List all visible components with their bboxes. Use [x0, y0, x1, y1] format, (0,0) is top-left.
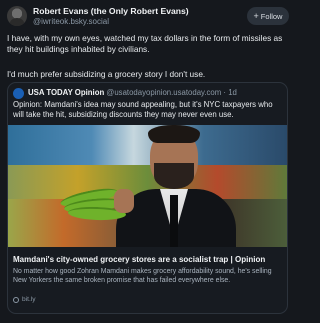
follow-label: Follow — [260, 11, 283, 21]
necktie — [170, 195, 178, 247]
author-avatar[interactable] — [7, 6, 27, 26]
link-card-title[interactable]: Mamdani's city-owned grocery stores are … — [13, 255, 285, 264]
author-handle[interactable]: @iwriteok.bsky.social — [33, 17, 109, 26]
quote-author-avatar[interactable] — [13, 88, 24, 99]
man-hair — [148, 125, 200, 143]
quote-time: 1d — [228, 88, 237, 97]
quote-text: Opinion: Mamdani's idea may sound appeal… — [13, 100, 273, 119]
quoted-post[interactable]: USA TODAY Opinion @usatodayopinion.usato… — [7, 82, 288, 314]
author-display-name[interactable]: Robert Evans (the Only Robert Evans) — [33, 6, 189, 16]
post-text-paragraph-1: I have, with my own eyes, watched my tax… — [7, 33, 283, 54]
quote-author-line: USA TODAY Opinion @usatodayopinion.usato… — [28, 88, 237, 97]
link-card-domain-text: bit.ly — [22, 296, 36, 303]
globe-icon — [13, 296, 19, 303]
plus-icon: + — [253, 11, 259, 21]
link-card-domain[interactable]: bit.ly — [13, 296, 36, 303]
man-beard — [154, 163, 194, 189]
link-card-description: No matter how good Zohran Mamdani makes … — [13, 268, 272, 284]
post-text-paragraph-2: I'd much prefer subsidizing a grocery st… — [7, 69, 206, 79]
quote-author-name[interactable]: USA TODAY Opinion — [28, 88, 104, 97]
quote-author-handle[interactable]: @usatodayopinion.usatoday.com — [106, 88, 221, 97]
post: Robert Evans (the Only Robert Evans) @iw… — [0, 0, 295, 323]
man-hand — [114, 189, 134, 213]
link-card-image[interactable] — [8, 125, 287, 247]
follow-button[interactable]: + Follow — [247, 7, 289, 25]
